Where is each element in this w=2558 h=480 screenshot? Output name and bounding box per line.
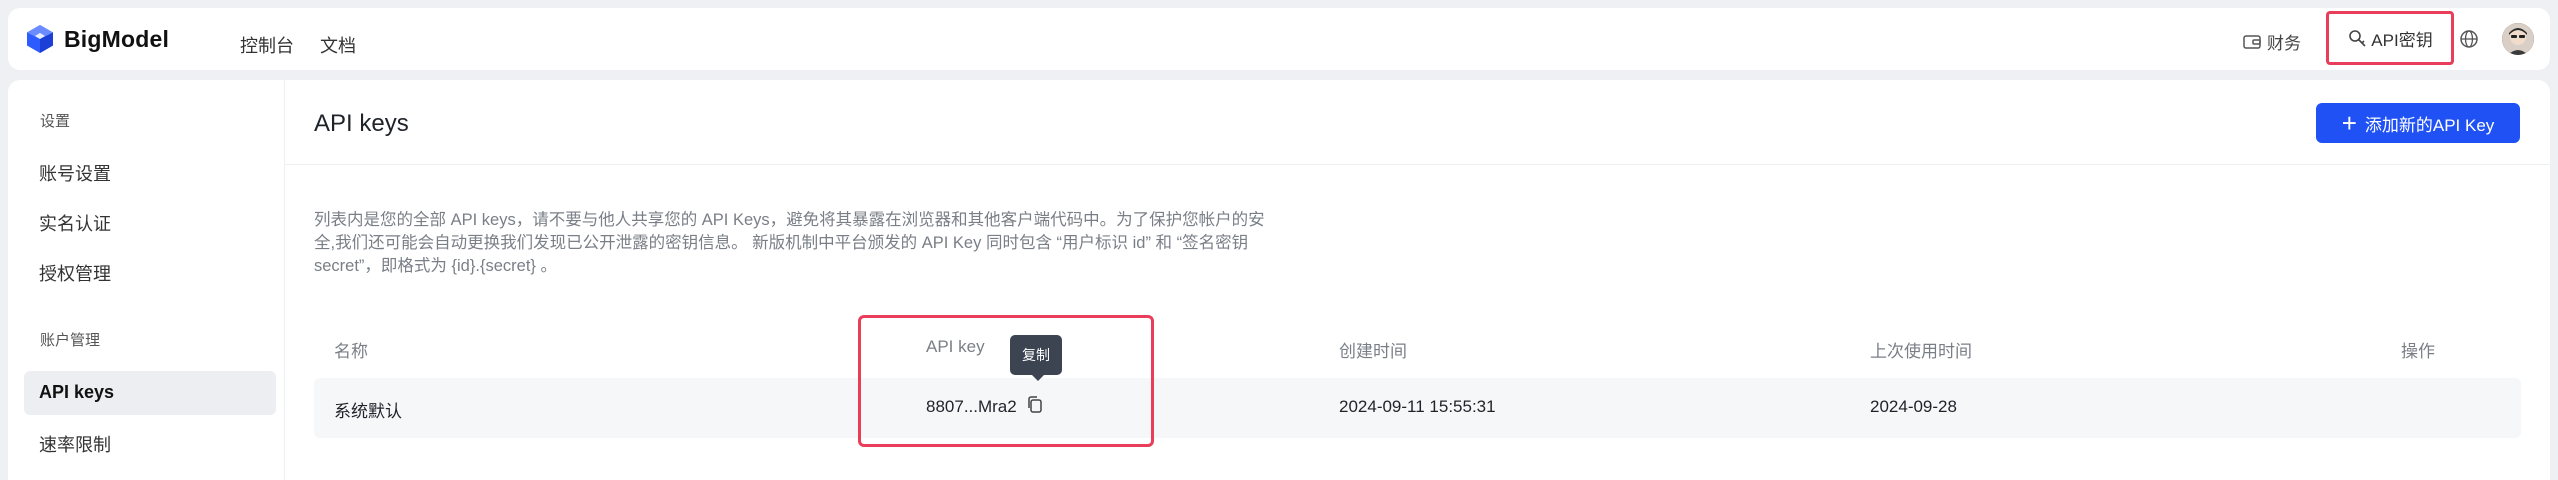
sidebar-group-settings: 设置 [40, 113, 71, 130]
avatar-icon [2502, 23, 2534, 55]
globe-icon[interactable] [2459, 29, 2479, 49]
sidebar-item-account-settings[interactable]: 账号设置 [39, 160, 111, 186]
nav-docs[interactable]: 文档 [320, 32, 356, 58]
api-key-highlight-box [858, 315, 1154, 447]
main-panel: API keys + 添加新的API Key 列表内是您的全部 API keys… [285, 80, 2550, 480]
key-icon [2349, 30, 2366, 47]
top-bar: BigModel 控制台 文档 财务 API密钥 [8, 8, 2550, 70]
sidebar: 设置 账号设置 实名认证 授权管理 账户管理 API keys 速率限制 [8, 80, 284, 480]
sidebar-item-authorization[interactable]: 授权管理 [39, 260, 111, 286]
finance-link[interactable]: 财务 [2243, 29, 2301, 54]
column-header-actions: 操作 [2401, 342, 2435, 361]
brand-name: BigModel [64, 25, 170, 52]
column-header-name: 名称 [334, 342, 368, 361]
row-last-used: 2024-09-28 [1870, 397, 1957, 416]
plus-icon: + [2341, 108, 2357, 138]
column-header-last-used: 上次使用时间 [1870, 342, 1972, 361]
apikey-nav-link[interactable]: API密钥 [2326, 11, 2454, 65]
sidebar-item-real-name-auth[interactable]: 实名认证 [39, 210, 111, 236]
copy-tooltip: 复制 [1010, 335, 1062, 381]
add-api-key-label: 添加新的API Key [2364, 115, 2495, 135]
bigmodel-logo-icon [27, 25, 53, 53]
logo[interactable]: BigModel [26, 24, 169, 54]
nav-console[interactable]: 控制台 [240, 32, 294, 58]
row-created: 2024-09-11 15:55:31 [1339, 397, 1496, 416]
sidebar-item-api-keys-label: API keys [39, 382, 115, 402]
user-avatar[interactable] [2502, 23, 2534, 55]
sidebar-item-rate-limit[interactable]: 速率限制 [39, 431, 111, 457]
header-divider [285, 164, 2550, 165]
api-keys-description: 列表内是您的全部 API keys，请不要与他人共享您的 API Keys，避免… [314, 211, 1265, 275]
sidebar-group-account-management: 账户管理 [40, 332, 101, 349]
finance-label: 财务 [2267, 34, 2301, 53]
top-nav: 控制台 文档 [240, 32, 356, 58]
row-name: 系统默认 [334, 402, 402, 421]
page-title: API keys [314, 110, 409, 137]
apikey-nav-label: API密钥 [2371, 30, 2433, 50]
column-header-created: 创建时间 [1339, 342, 1407, 361]
wallet-icon [2243, 34, 2261, 49]
add-api-key-button[interactable]: + 添加新的API Key [2316, 103, 2520, 143]
